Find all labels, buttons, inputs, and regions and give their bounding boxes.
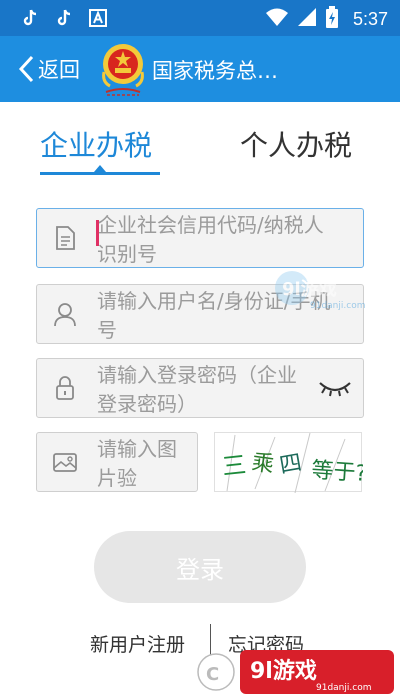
svg-text:C: C [206, 664, 219, 685]
watermark-small: 9l游戏 91danji.com [275, 271, 365, 311]
image-icon [53, 453, 77, 472]
status-bar: 5:37 [0, 0, 400, 36]
password-field[interactable]: 请输入登录密码（企业登录密码） [36, 358, 364, 418]
status-time: 5:37 [352, 8, 388, 29]
watermark-small-domain: 91danji.com [310, 301, 365, 311]
tiktok-icon [54, 8, 74, 28]
chevron-left-icon [18, 55, 34, 83]
status-bar-system: 5:37 [265, 6, 388, 32]
back-label: 返回 [38, 58, 80, 82]
captcha-field[interactable]: 请输入图片验 [36, 432, 198, 492]
tiktok-icon [20, 8, 40, 28]
captcha-image-graphic: 三 乘 四 等于? [221, 432, 368, 494]
watermark-logo-domain: 91danji.com [316, 683, 371, 693]
tab-enterprise[interactable]: 企业办税 [40, 124, 152, 164]
app-title: 国家税务总… [152, 59, 278, 83]
tab-indicator [40, 172, 160, 175]
app-bar: 返回 国家税务总… [0, 36, 400, 102]
back-button[interactable]: 返回 [18, 50, 80, 88]
captcha-char: 三 [221, 451, 248, 481]
signal-icon [297, 7, 317, 31]
tax-emblem-icon [102, 44, 144, 96]
watermark-logo-text: 9l游戏 [250, 658, 317, 684]
login-button[interactable]: 登录 [94, 531, 306, 603]
captcha-placeholder: 请输入图片验 [97, 437, 177, 490]
watermark-small-text: 9l游戏 [282, 278, 337, 300]
document-icon [56, 226, 75, 250]
person-icon [54, 303, 76, 327]
status-bar-notifications [20, 8, 108, 28]
register-link[interactable]: 新用户注册 [90, 630, 185, 657]
captcha-char: 四 [278, 450, 304, 478]
password-placeholder: 请输入登录密码（企业登录密码） [97, 363, 297, 416]
tab-personal[interactable]: 个人办税 [240, 124, 352, 164]
captcha-char: 等于? [311, 458, 363, 487]
tab-indicator-caret [94, 165, 106, 172]
a-icon [88, 8, 108, 28]
captcha-image[interactable]: 三 乘 四 等于? [214, 432, 368, 494]
captcha-char: 乘 [250, 450, 275, 478]
watermark-logo: C 9l游戏 91danji.com [197, 650, 394, 694]
eye-closed-icon[interactable] [317, 377, 353, 401]
battery-icon [325, 6, 339, 32]
wifi-icon [265, 7, 289, 31]
lock-icon [56, 376, 74, 400]
credit-code-field[interactable]: 企业社会信用代码/纳税人识别号 [36, 208, 364, 268]
text-caret [96, 220, 99, 246]
credit-code-placeholder: 企业社会信用代码/纳税人识别号 [97, 213, 324, 266]
